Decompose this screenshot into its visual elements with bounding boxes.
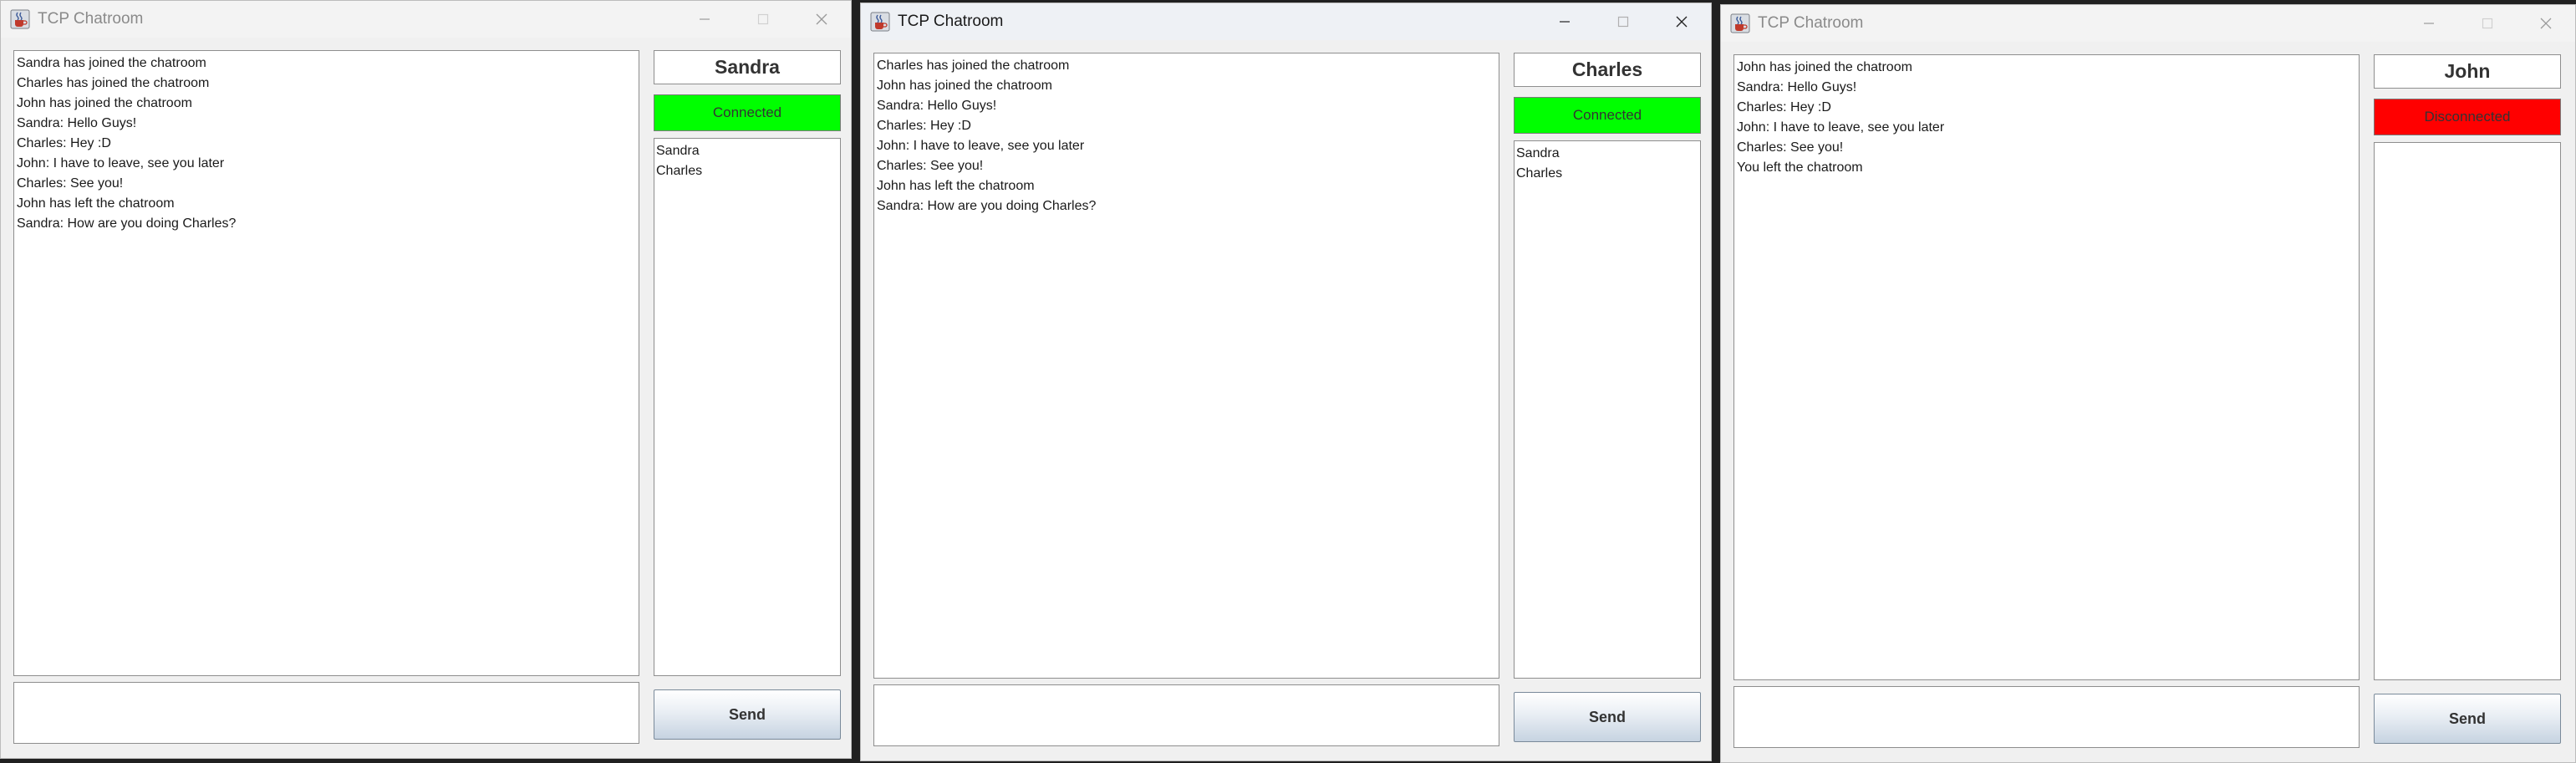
connection-status: Disconnected [2374,99,2561,135]
chat-message: Sandra: How are you doing Charles? [17,216,237,231]
close-icon [816,13,827,25]
title-bar[interactable]: TCP Chatroom [861,3,1711,40]
minimize-button[interactable] [675,1,734,38]
username-label: Charles [1514,53,1701,87]
chat-message: Charles: Hey :D [1737,100,1831,114]
minimize-icon [700,18,710,20]
title-bar[interactable]: TCP Chatroom [1,1,851,38]
chat-message: You left the chatroom [1737,160,1863,175]
send-button[interactable]: Send [1514,692,1701,742]
user-list-item[interactable]: Charles [656,161,838,181]
message-input[interactable] [13,682,639,744]
close-button[interactable] [792,1,851,38]
chat-message: John: I have to leave, see you later [1737,120,1945,135]
message-input[interactable] [1733,686,2360,748]
chat-window-john[interactable]: TCP Chatroom John has joined the chatroo… [1720,4,2576,763]
maximize-icon [2482,18,2493,29]
title-bar[interactable]: TCP Chatroom [1721,5,2575,42]
java-cup-icon [10,9,30,29]
maximize-icon [1617,16,1629,28]
chat-window-sandra[interactable]: TCP Chatroom Sandra has joined the chatr… [0,0,852,759]
online-users-list[interactable]: Sandra Charles [1514,140,1701,679]
send-button[interactable]: Send [654,689,841,740]
chat-log[interactable]: Charles has joined the chatroom John has… [873,53,1499,679]
username-label: John [2374,54,2561,89]
maximize-button [2458,5,2517,42]
connection-status: Connected [654,94,841,131]
send-button[interactable]: Send [2374,694,2561,744]
close-button[interactable] [2517,5,2575,42]
chat-log[interactable]: John has joined the chatroom Sandra: Hel… [1733,54,2360,680]
user-list-item[interactable]: Sandra [1516,144,1698,164]
chat-message: John has joined the chatroom [17,96,192,110]
minimize-icon [1560,21,1570,23]
close-button[interactable] [1652,3,1711,40]
chat-message: Sandra: How are you doing Charles? [877,199,1097,213]
chat-message: John has joined the chatroom [877,79,1052,93]
chat-message: Charles: Hey :D [877,119,971,133]
chat-message: Charles has joined the chatroom [17,76,210,90]
chat-message: Sandra: Hello Guys! [1737,80,1857,94]
maximize-icon [757,13,769,25]
chat-log[interactable]: Sandra has joined the chatroom Charles h… [13,50,639,676]
chat-message: John has left the chatroom [877,179,1035,193]
chat-message: Charles: Hey :D [17,136,111,150]
chat-message: Charles: See you! [17,176,124,191]
chat-message: Sandra: Hello Guys! [877,99,997,113]
chat-window-charles[interactable]: TCP Chatroom Charles has joined the chat… [860,3,1712,761]
message-input[interactable] [873,684,1499,746]
window-title: TCP Chatroom [898,13,1004,30]
chat-message: John has left the chatroom [17,196,175,211]
java-cup-icon [870,12,890,32]
user-list-item[interactable]: Charles [1516,164,1698,184]
minimize-icon [2424,23,2434,24]
chat-message: Charles has joined the chatroom [877,58,1070,73]
maximize-button [734,1,792,38]
java-cup-icon [1730,13,1750,33]
chat-message: John has joined the chatroom [1737,60,1912,74]
connection-status: Connected [1514,97,1701,134]
chat-message: Charles: See you! [877,159,984,173]
maximize-button [1594,3,1652,40]
chat-message: John: I have to leave, see you later [877,139,1085,153]
chat-message: Charles: See you! [1737,140,1844,155]
chat-message: John: I have to leave, see you later [17,156,225,170]
user-list-item[interactable]: Sandra [656,141,838,161]
online-users-list[interactable]: Sandra Charles [654,138,841,676]
close-icon [1676,16,1688,28]
chat-message: Sandra has joined the chatroom [17,56,206,70]
window-title: TCP Chatroom [1758,14,1864,32]
username-label: Sandra [654,50,841,84]
close-icon [2540,18,2552,29]
window-title: TCP Chatroom [38,10,144,28]
chat-message: Sandra: Hello Guys! [17,116,137,130]
online-users-list[interactable] [2374,142,2561,680]
minimize-button[interactable] [1535,3,1594,40]
minimize-button[interactable] [2400,5,2458,42]
